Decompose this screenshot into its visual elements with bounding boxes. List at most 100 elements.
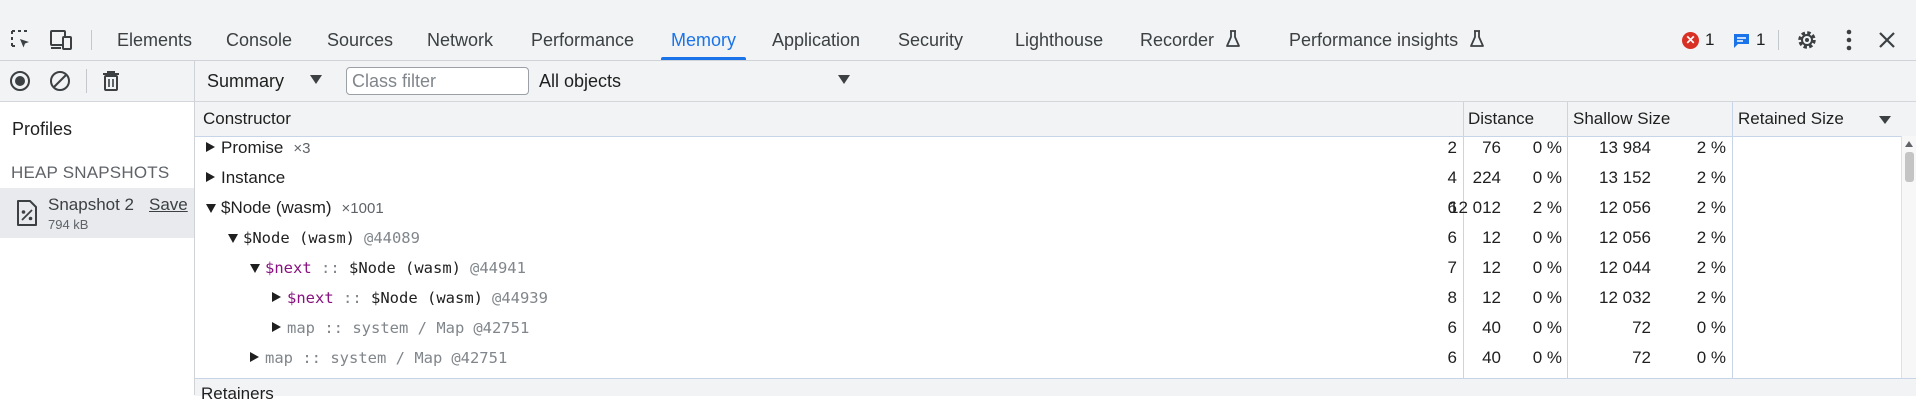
snapshot-name: Snapshot 2 <box>48 195 135 214</box>
edge-name: $next <box>265 259 312 277</box>
shallow-size-percent: 0 % <box>1532 348 1562 367</box>
tab-application[interactable]: Application <box>772 20 860 60</box>
edge-separator: :: <box>315 319 353 337</box>
retained-size-percent: 2 % <box>1696 138 1726 157</box>
shallow-size-percent: 0 % <box>1532 258 1562 277</box>
column-header-retained-size-label: Retained Size <box>1738 109 1844 128</box>
perspective-select-value: Summary <box>207 71 285 91</box>
tab-network[interactable]: Network <box>427 20 493 60</box>
scroll-thumb[interactable] <box>1905 152 1914 182</box>
constructor-cell: Instance <box>221 163 285 193</box>
flask-icon <box>1470 30 1484 47</box>
snapshot-item[interactable]: Snapshot 2 Save 794 kB <box>0 188 194 238</box>
message-count: 1 <box>1756 30 1766 49</box>
message-count-badge[interactable]: 1 <box>1733 20 1765 60</box>
edge-name: map <box>265 349 293 367</box>
edge-separator: :: <box>333 289 371 307</box>
tab-performance[interactable]: Performance <box>531 20 634 60</box>
object-id: @42751 <box>473 319 530 337</box>
collapsed-arrow-icon[interactable] <box>250 352 259 362</box>
device-toolbar-icon[interactable] <box>48 20 76 60</box>
edge-separator: :: <box>311 259 349 277</box>
constructor-cell: $next :: $Node (wasm) @44941 <box>265 253 526 283</box>
trash-icon[interactable] <box>99 69 123 93</box>
inspect-element-icon[interactable] <box>8 20 34 60</box>
collapsed-arrow-icon[interactable] <box>272 322 281 332</box>
retained-size-percent: 0 % <box>1696 348 1726 367</box>
tab-recorder[interactable]: Recorder <box>1140 20 1241 60</box>
sort-descending-icon <box>1879 116 1891 124</box>
retained-size-percent: 2 % <box>1696 228 1726 247</box>
constructor-cell: $next :: $Node (wasm) @44939 <box>287 283 548 313</box>
object-id: @42751 <box>451 349 508 367</box>
kebab-menu-icon[interactable] <box>1838 20 1860 60</box>
object-name: $Node (wasm) <box>243 229 355 247</box>
grid-header: Constructor Distance Shallow Size Retain… <box>195 102 1916 137</box>
objects-select-value: All objects <box>539 71 622 91</box>
toolbar-divider <box>1778 30 1779 50</box>
class-filter-input[interactable] <box>346 67 529 95</box>
constructor-name: Promise <box>221 138 284 157</box>
message-icon <box>1734 33 1749 48</box>
gear-icon[interactable] <box>1794 20 1820 60</box>
edge-name: map <box>287 319 315 337</box>
object-name: $Node (wasm) <box>371 289 483 307</box>
column-header-shallow-size[interactable]: Shallow Size <box>1573 102 1670 136</box>
profiles-toolbar <box>0 61 194 102</box>
close-icon[interactable] <box>1875 20 1899 60</box>
perspective-select[interactable]: Summary <box>207 61 331 101</box>
profiles-sidebar: Profiles HEAP SNAPSHOTS Snapshot 2 Save … <box>0 61 195 395</box>
table-row[interactable]: map :: system / Map @42751 6 40 0 % 72 0 % <box>195 343 1901 373</box>
expanded-arrow-icon[interactable] <box>228 234 238 243</box>
table-row[interactable]: $Node (wasm) @44089 6 12 0 % 12 056 2 % <box>195 223 1901 253</box>
column-header-constructor[interactable]: Constructor <box>203 102 291 136</box>
error-count-badge[interactable]: ✕ 1 <box>1682 20 1714 60</box>
tab-lighthouse[interactable]: Lighthouse <box>1015 20 1103 60</box>
table-row[interactable]: Promise ×3 2 76 0 % 13 984 2 % <box>195 136 1901 163</box>
scroll-up-arrow-icon[interactable] <box>1904 140 1914 148</box>
objects-select[interactable]: All objects <box>539 61 859 101</box>
retained-size-percent: 0 % <box>1696 318 1726 337</box>
tab-recorder-label: Recorder <box>1140 30 1215 50</box>
tab-elements[interactable]: Elements <box>117 20 192 60</box>
retained-size-percent: 2 % <box>1696 258 1726 277</box>
tab-console[interactable]: Console <box>226 20 292 60</box>
save-link[interactable]: Save <box>149 195 188 215</box>
devtools-tabbar: Elements Console Sources Network Perform… <box>0 20 1916 61</box>
constructor-cell: map :: system / Map @42751 <box>287 313 529 343</box>
table-scrollbar[interactable] <box>1901 136 1916 378</box>
tab-sources[interactable]: Sources <box>327 20 393 60</box>
shallow-size-percent: 0 % <box>1532 228 1562 247</box>
expanded-arrow-icon[interactable] <box>206 204 216 213</box>
clear-icon[interactable] <box>48 69 72 93</box>
edge-separator: :: <box>293 349 331 367</box>
tab-performance-insights[interactable]: Performance insights <box>1289 20 1485 60</box>
table-row[interactable]: map :: system / Map @42751 6 40 0 % 72 0 % <box>195 313 1901 343</box>
instance-count: ×3 <box>293 140 311 157</box>
table-row[interactable]: $next :: $Node (wasm) @44941 7 12 0 % 12 044 2… <box>195 253 1901 283</box>
tab-memory[interactable]: Memory <box>660 20 747 60</box>
constructor-name: $Node (wasm) <box>221 198 332 217</box>
table-row[interactable]: $next :: $Node (wasm) @44939 8 12 0 % 12 032 2… <box>195 283 1901 313</box>
toolbar-divider <box>91 30 92 50</box>
tab-performance-insights-label: Performance insights <box>1289 30 1459 50</box>
heap-snapshots-header: HEAP SNAPSHOTS <box>11 163 170 182</box>
collapsed-arrow-icon[interactable] <box>272 292 281 302</box>
table-row[interactable]: $Node (wasm) ×1001 6 12 012 2 % 12 056 2 % <box>195 193 1901 223</box>
heap-table-body: Promise ×3 2 76 0 % 13 984 2 % Instance 4 224 0 % 1… <box>195 136 1901 378</box>
filter-bar: Summary All objects <box>195 61 1916 102</box>
constructor-cell: map :: system / Map @42751 <box>265 343 507 373</box>
collapsed-arrow-icon[interactable] <box>206 142 215 152</box>
column-header-retained-size[interactable]: Retained Size <box>1738 102 1844 136</box>
table-row[interactable]: Instance 4 224 0 % 13 152 2 % <box>195 163 1901 193</box>
tab-security[interactable]: Security <box>898 20 963 60</box>
expanded-arrow-icon[interactable] <box>250 264 260 273</box>
collapsed-arrow-icon[interactable] <box>206 172 215 182</box>
shallow-size-percent: 0 % <box>1532 168 1562 187</box>
object-name: system / Map <box>352 319 465 337</box>
record-icon[interactable] <box>8 69 32 93</box>
column-header-distance[interactable]: Distance <box>1468 102 1534 136</box>
constructor-cell: Promise ×3 <box>221 136 310 163</box>
object-id: @44089 <box>363 229 420 247</box>
retained-size-percent: 2 % <box>1696 198 1726 217</box>
